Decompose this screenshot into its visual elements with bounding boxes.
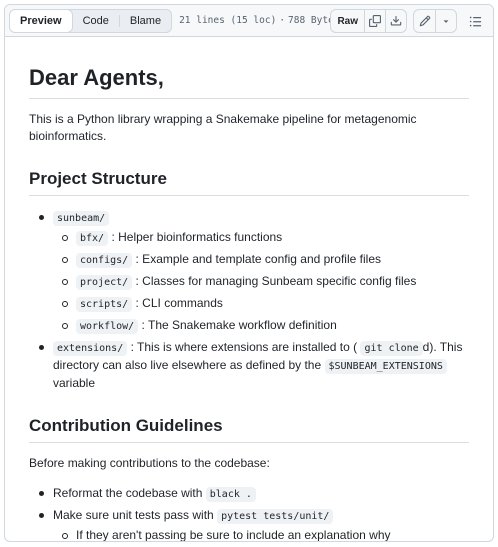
- outline-button[interactable]: [463, 9, 487, 33]
- inline-code: pytest tests/unit/: [217, 509, 334, 524]
- tab-blame[interactable]: Blame: [120, 10, 171, 32]
- structure-heading: Project Structure: [29, 168, 469, 196]
- pencil-icon: [419, 15, 430, 27]
- readme-body: Dear Agents, This is a Python library wr…: [5, 37, 493, 542]
- inline-code: $SUNBEAM_EXTENSIONS: [324, 358, 447, 374]
- info-separator: ·: [279, 15, 286, 26]
- contrib-intro: Before making contributions to the codeb…: [29, 456, 270, 470]
- line-count: 21 lines (15 loc): [179, 15, 277, 26]
- triangle-down-icon: [443, 20, 449, 23]
- list-item: Reformat the codebase with black .: [29, 485, 469, 503]
- inline-code: git clone: [360, 340, 423, 356]
- edit-group: [413, 9, 457, 33]
- contrib-list: Reformat the codebase with black . Make …: [29, 485, 469, 542]
- inline-code: sunbeam/: [53, 210, 110, 226]
- inline-code: scripts/: [76, 296, 133, 312]
- file-toolbar: Preview Code Blame 21 lines (15 loc) · 788…: [5, 5, 493, 37]
- list-item: workflow/ : The Snakemake workflow defin…: [53, 317, 469, 335]
- list-item: sunbeam/ bfx/ : Helper bioinformatics fu…: [29, 209, 469, 335]
- intro-paragraph: This is a Python library wrapping a Snak…: [29, 111, 417, 143]
- edit-dropdown-button[interactable]: [435, 10, 456, 32]
- file-viewer: Preview Code Blame 21 lines (15 loc) · 788…: [4, 4, 494, 542]
- file-actions: Raw: [330, 9, 487, 33]
- readme-title: Dear Agents,: [29, 61, 469, 99]
- item-text: : Example and template config and profil…: [135, 251, 381, 266]
- item-text: If they aren't passing be sure to includ…: [76, 528, 391, 542]
- item-text: : Helper bioinformatics functions: [111, 229, 283, 244]
- item-text: variable: [53, 375, 96, 390]
- inline-code: configs/: [76, 252, 133, 268]
- raw-copy-download-group: Raw: [330, 9, 407, 33]
- tab-code[interactable]: Code: [73, 10, 119, 32]
- inline-code: black .: [205, 487, 256, 502]
- raw-button[interactable]: Raw: [331, 10, 364, 32]
- item-text: : This is where extensions are installed…: [130, 339, 358, 354]
- list-item: scripts/ : CLI commands: [53, 295, 469, 313]
- view-mode-tabs: Preview Code Blame: [9, 8, 173, 33]
- tab-preview[interactable]: Preview: [10, 9, 73, 32]
- inline-code: extensions/: [53, 340, 128, 356]
- copy-raw-button[interactable]: [364, 10, 385, 32]
- inline-code: project/: [76, 274, 133, 290]
- item-text: Reformat the codebase with: [53, 486, 203, 500]
- list-item: configs/ : Example and template config a…: [53, 251, 469, 269]
- list-item: Make sure unit tests pass with pytest te…: [29, 507, 469, 542]
- list-item: extensions/ : This is where extensions a…: [29, 339, 469, 392]
- inline-code: workflow/: [76, 318, 139, 334]
- item-text: : The Snakemake workflow definition: [141, 317, 337, 332]
- item-text: : Classes for managing Sunbeam specific …: [135, 273, 417, 288]
- list-item: If they aren't passing be sure to includ…: [53, 527, 469, 542]
- list-unordered-icon: [469, 16, 481, 26]
- structure-list: sunbeam/ bfx/ : Helper bioinformatics fu…: [29, 209, 469, 392]
- contrib-heading: Contribution Guidelines: [29, 415, 469, 443]
- tests-sublist: If they aren't passing be sure to includ…: [53, 527, 469, 542]
- copy-icon: [369, 15, 381, 27]
- download-icon: [390, 15, 402, 26]
- file-info: 21 lines (15 loc) · 788 Bytes: [179, 15, 339, 26]
- item-text: : CLI commands: [135, 295, 223, 310]
- list-item: bfx/ : Helper bioinformatics functions: [53, 229, 469, 247]
- edit-file-button[interactable]: [414, 10, 435, 32]
- download-raw-button[interactable]: [385, 10, 406, 32]
- inline-code: bfx/: [76, 230, 109, 246]
- list-item: project/ : Classes for managing Sunbeam …: [53, 273, 469, 291]
- sunbeam-sublist: bfx/ : Helper bioinformatics functions c…: [53, 229, 469, 335]
- item-text: Make sure unit tests pass with: [53, 508, 214, 522]
